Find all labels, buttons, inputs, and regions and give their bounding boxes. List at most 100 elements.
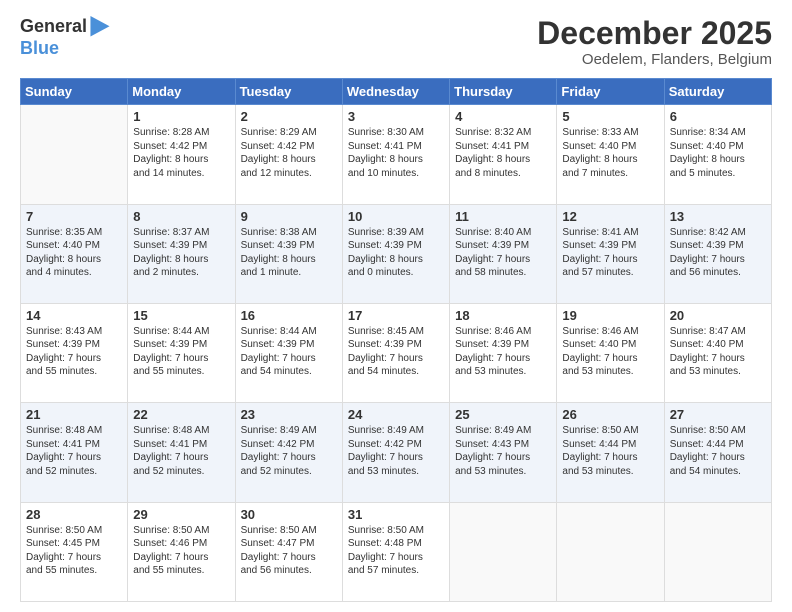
day-info: Sunrise: 8:33 AM Sunset: 4:40 PM Dayligh… [562, 126, 658, 180]
title-block: December 2025 Oedelem, Flanders, Belgium [537, 16, 772, 68]
day-number: 17 [348, 308, 444, 323]
day-info: Sunrise: 8:30 AM Sunset: 4:41 PM Dayligh… [348, 126, 444, 180]
table-cell: 5Sunrise: 8:33 AM Sunset: 4:40 PM Daylig… [557, 105, 664, 204]
table-cell: 21 Sunrise: 8:48 AM Sunset: 4:41 PM Dayli… [21, 403, 128, 502]
week-row-2: 7Sunrise: 8:35 AM Sunset: 4:40 PM Daylig… [21, 204, 772, 303]
day-info: Sunrise: 8:50 AM Sunset: 4:45 PM Dayligh… [26, 524, 122, 578]
day-info: Sunrise: 8:49 AM Sunset: 4:43 PM Dayligh… [455, 424, 551, 478]
day-number: 16 [241, 308, 337, 323]
table-cell: 19 Sunrise: 8:46 AM Sunset: 4:40 PM Dayli… [557, 303, 664, 402]
day-number: 14 [26, 308, 122, 323]
header-sunday: Sunday [21, 79, 128, 105]
table-cell: 27Sunrise: 8:50 AM Sunset: 4:44 PM Dayli… [664, 403, 771, 502]
day-number: 13 [670, 209, 766, 224]
day-number: 20 [670, 308, 766, 323]
day-number: 29 [133, 507, 229, 522]
day-number: 11 [455, 209, 551, 224]
day-info: Sunrise: 8:50 AM Sunset: 4:44 PM Dayligh… [670, 424, 766, 478]
table-cell: 7Sunrise: 8:35 AM Sunset: 4:40 PM Daylig… [21, 204, 128, 303]
table-cell [664, 502, 771, 601]
table-cell: 25Sunrise: 8:49 AM Sunset: 4:43 PM Dayli… [450, 403, 557, 502]
header-monday: Monday [128, 79, 235, 105]
day-info: Sunrise: 8:34 AM Sunset: 4:40 PM Dayligh… [670, 126, 766, 180]
table-cell: 3 Sunrise: 8:30 AM Sunset: 4:41 PM Daylig… [342, 105, 449, 204]
table-cell: 17 Sunrise: 8:45 AM Sunset: 4:39 PM Dayli… [342, 303, 449, 402]
day-info: Sunrise: 8:50 AM Sunset: 4:46 PM Dayligh… [133, 524, 229, 578]
header-friday: Friday [557, 79, 664, 105]
day-info: Sunrise: 8:50 AM Sunset: 4:44 PM Dayligh… [562, 424, 658, 478]
header-saturday: Saturday [664, 79, 771, 105]
table-cell: 22 Sunrise: 8:48 AM Sunset: 4:41 PM Dayli… [128, 403, 235, 502]
day-number: 22 [133, 407, 229, 422]
table-cell: 8 Sunrise: 8:37 AM Sunset: 4:39 PM Daylig… [128, 204, 235, 303]
day-number: 4 [455, 109, 551, 124]
table-cell: 1Sunrise: 8:28 AM Sunset: 4:42 PM Daylig… [128, 105, 235, 204]
day-info: Sunrise: 8:48 AM Sunset: 4:41 PM Dayligh… [133, 424, 229, 478]
day-info: Sunrise: 8:42 AM Sunset: 4:39 PM Dayligh… [670, 226, 766, 280]
week-row-1: 1Sunrise: 8:28 AM Sunset: 4:42 PM Daylig… [21, 105, 772, 204]
day-info: Sunrise: 8:45 AM Sunset: 4:39 PM Dayligh… [348, 325, 444, 379]
day-info: Sunrise: 8:29 AM Sunset: 4:42 PM Dayligh… [241, 126, 337, 180]
logo-icon [89, 16, 111, 38]
day-number: 8 [133, 209, 229, 224]
table-cell: 11 Sunrise: 8:40 AM Sunset: 4:39 PM Dayli… [450, 204, 557, 303]
day-info: Sunrise: 8:48 AM Sunset: 4:41 PM Dayligh… [26, 424, 122, 478]
day-info: Sunrise: 8:40 AM Sunset: 4:39 PM Dayligh… [455, 226, 551, 280]
table-cell: 31Sunrise: 8:50 AM Sunset: 4:48 PM Dayli… [342, 502, 449, 601]
header-tuesday: Tuesday [235, 79, 342, 105]
table-cell: 29 Sunrise: 8:50 AM Sunset: 4:46 PM Dayli… [128, 502, 235, 601]
day-info: Sunrise: 8:47 AM Sunset: 4:40 PM Dayligh… [670, 325, 766, 379]
table-cell: 13 Sunrise: 8:42 AM Sunset: 4:39 PM Dayli… [664, 204, 771, 303]
day-info: Sunrise: 8:43 AM Sunset: 4:39 PM Dayligh… [26, 325, 122, 379]
day-number: 19 [562, 308, 658, 323]
table-cell: 23Sunrise: 8:49 AM Sunset: 4:42 PM Dayli… [235, 403, 342, 502]
week-row-3: 14 Sunrise: 8:43 AM Sunset: 4:39 PM Dayli… [21, 303, 772, 402]
day-number: 26 [562, 407, 658, 422]
logo-blue-text: Blue [20, 38, 59, 58]
day-info: Sunrise: 8:38 AM Sunset: 4:39 PM Dayligh… [241, 226, 337, 280]
day-number: 21 [26, 407, 122, 422]
day-number: 3 [348, 109, 444, 124]
table-cell: 24 Sunrise: 8:49 AM Sunset: 4:42 PM Dayli… [342, 403, 449, 502]
table-cell [557, 502, 664, 601]
location-subtitle: Oedelem, Flanders, Belgium [537, 51, 772, 68]
day-number: 24 [348, 407, 444, 422]
page: General Blue December 2025 Oedelem, Flan… [0, 0, 792, 612]
table-cell: 10 Sunrise: 8:39 AM Sunset: 4:39 PM Dayli… [342, 204, 449, 303]
day-number: 18 [455, 308, 551, 323]
table-cell: 4 Sunrise: 8:32 AM Sunset: 4:41 PM Daylig… [450, 105, 557, 204]
logo-general-text: General [20, 16, 87, 38]
day-info: Sunrise: 8:46 AM Sunset: 4:39 PM Dayligh… [455, 325, 551, 379]
table-cell: 14 Sunrise: 8:43 AM Sunset: 4:39 PM Dayli… [21, 303, 128, 402]
day-info: Sunrise: 8:49 AM Sunset: 4:42 PM Dayligh… [241, 424, 337, 478]
day-info: Sunrise: 8:44 AM Sunset: 4:39 PM Dayligh… [241, 325, 337, 379]
day-number: 31 [348, 507, 444, 522]
calendar-table: Sunday Monday Tuesday Wednesday Thursday… [20, 78, 772, 602]
table-cell: 28 Sunrise: 8:50 AM Sunset: 4:45 PM Dayli… [21, 502, 128, 601]
header: General Blue December 2025 Oedelem, Flan… [20, 16, 772, 68]
header-thursday: Thursday [450, 79, 557, 105]
day-number: 2 [241, 109, 337, 124]
table-cell: 18 Sunrise: 8:46 AM Sunset: 4:39 PM Dayli… [450, 303, 557, 402]
day-number: 7 [26, 209, 122, 224]
day-info: Sunrise: 8:46 AM Sunset: 4:40 PM Dayligh… [562, 325, 658, 379]
day-number: 10 [348, 209, 444, 224]
table-cell: 16 Sunrise: 8:44 AM Sunset: 4:39 PM Dayli… [235, 303, 342, 402]
day-info: Sunrise: 8:49 AM Sunset: 4:42 PM Dayligh… [348, 424, 444, 478]
day-info: Sunrise: 8:32 AM Sunset: 4:41 PM Dayligh… [455, 126, 551, 180]
day-number: 6 [670, 109, 766, 124]
table-cell: 9Sunrise: 8:38 AM Sunset: 4:39 PM Daylig… [235, 204, 342, 303]
table-cell: 6 Sunrise: 8:34 AM Sunset: 4:40 PM Daylig… [664, 105, 771, 204]
day-number: 12 [562, 209, 658, 224]
month-title: December 2025 [537, 16, 772, 51]
table-cell: 2 Sunrise: 8:29 AM Sunset: 4:42 PM Daylig… [235, 105, 342, 204]
day-info: Sunrise: 8:39 AM Sunset: 4:39 PM Dayligh… [348, 226, 444, 280]
day-info: Sunrise: 8:41 AM Sunset: 4:39 PM Dayligh… [562, 226, 658, 280]
table-cell: 26 Sunrise: 8:50 AM Sunset: 4:44 PM Dayli… [557, 403, 664, 502]
logo: General Blue [20, 16, 111, 60]
day-info: Sunrise: 8:44 AM Sunset: 4:39 PM Dayligh… [133, 325, 229, 379]
day-number: 28 [26, 507, 122, 522]
week-row-4: 21 Sunrise: 8:48 AM Sunset: 4:41 PM Dayli… [21, 403, 772, 502]
day-number: 15 [133, 308, 229, 323]
day-info: Sunrise: 8:37 AM Sunset: 4:39 PM Dayligh… [133, 226, 229, 280]
